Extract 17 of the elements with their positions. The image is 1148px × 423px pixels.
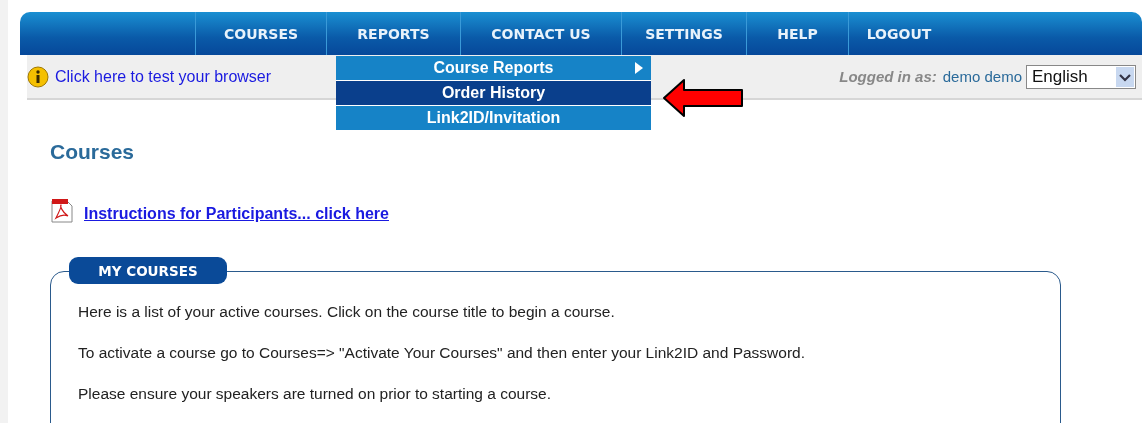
chevron-down-icon [1116,66,1134,87]
paragraph: To activate a course go to Courses=> "Activate Your Courses" and then enter your Link2ID and Password. [78,343,806,362]
user-name: demo demo [942,68,1022,85]
panel-title: MY COURSES [69,257,227,284]
paragraph: Here is a list of your active courses. Click on the course title to begin a course. [78,302,616,321]
page-heading: Courses [50,140,136,164]
nav-item[interactable]: LOGOUT [849,12,949,55]
menu-item[interactable]: Order History [336,81,651,105]
menu-item[interactable]: Course Reports [336,56,651,80]
logged-in-label: Logged in as: [839,68,937,85]
instructions-link[interactable]: Instructions for Participants... click here [84,205,389,223]
info-icon [27,65,49,88]
language-select[interactable]: English [1026,64,1136,89]
menu-item[interactable]: Link2ID/Invitation [336,106,651,130]
paragraph: Please ensure your speakers are turned on prior to starting a course. [78,384,552,403]
browser-test-link[interactable]: Click here to test your browser [55,67,272,86]
pdf-icon [50,198,74,223]
